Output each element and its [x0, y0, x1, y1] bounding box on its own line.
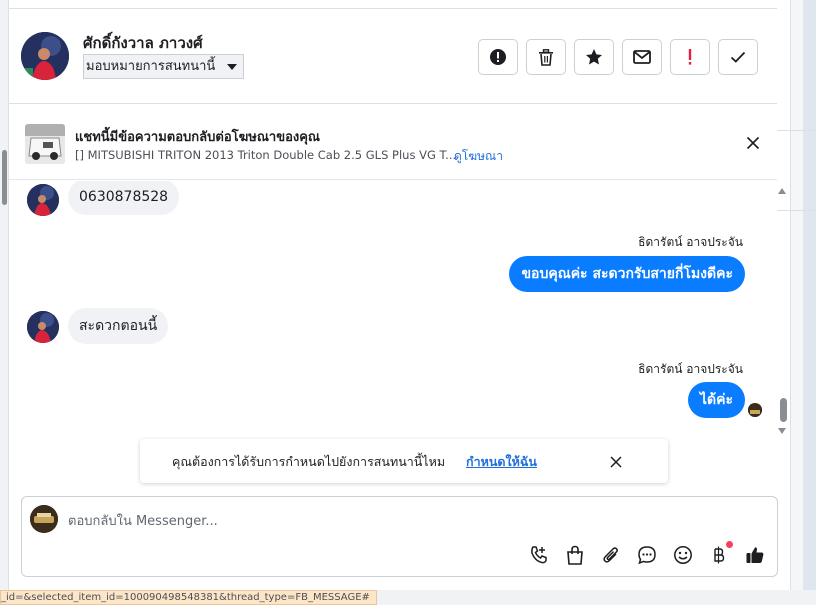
assign-to-me-link[interactable]: กำหนดให้ฉัน	[466, 452, 537, 472]
message-composer	[21, 496, 778, 577]
close-toast-button[interactable]	[609, 454, 623, 468]
check-icon	[730, 51, 746, 63]
inbox-conversation-view: ศักดิ์กังวาล ภาวงศ์ มอบหมายการสนทนานี้ แ…	[0, 0, 816, 605]
outgoing-message[interactable]: ขอบคุณค่ะ สะดวกรับสายกี่โมงดีคะ	[509, 256, 745, 292]
seen-receipt-avatar	[748, 403, 762, 417]
saved-replies-button[interactable]	[636, 544, 658, 566]
close-icon	[746, 136, 760, 150]
shop-button[interactable]	[564, 544, 586, 566]
envelope-icon	[633, 50, 651, 64]
contact-name: ศักดิ์กังวาล ภาวงศ์	[83, 34, 203, 52]
close-ad-banner-button[interactable]	[745, 135, 761, 151]
emoji-button[interactable]	[672, 544, 694, 566]
alert-circle-icon	[490, 49, 506, 65]
view-ad-link[interactable]: ดูโฆษณา	[454, 147, 503, 166]
outgoing-message[interactable]: ได้ค่ะ	[687, 382, 745, 418]
right-panel-edge	[790, 0, 816, 590]
right-panel-divider	[777, 130, 816, 131]
caret-down-icon	[227, 64, 238, 70]
right-panel-scroll-track	[790, 0, 804, 590]
conversation-header: ศักดิ์กังวาล ภาวงศ์ มอบหมายการสนทนานี้	[9, 8, 777, 104]
sender-name: ธิดารัตน์ อาจประจัน	[638, 235, 743, 249]
contact-avatar[interactable]	[27, 311, 59, 343]
assign-conversation-dropdown[interactable]: มอบหมายการสนทนานี้	[83, 54, 245, 79]
assign-prompt-text: คุณต้องการได้รับการกำหนดไปยังการสนทนานี้…	[172, 454, 446, 469]
paperclip-icon	[603, 547, 618, 563]
page-avatar	[30, 505, 58, 533]
delete-button[interactable]	[526, 39, 566, 75]
phone-plus-icon	[531, 546, 547, 564]
close-icon	[610, 456, 622, 468]
ad-banner-title: แชทนี้มีข้อความตอบกลับต่อโฆษณาของคุณ	[75, 130, 320, 145]
assign-conversation-label: มอบหมายการสนทนานี้	[86, 59, 216, 74]
call-button[interactable]	[528, 544, 550, 566]
status-bar-url: _id=&selected_item_id=100090498548381&th…	[0, 590, 377, 605]
notification-dot	[726, 541, 733, 548]
ad-reply-banner: แชทนี้มีข้อความตอบกลับต่อโฆษณาของคุณ [] …	[9, 105, 777, 180]
star-button[interactable]	[574, 39, 614, 75]
sender-name: ธิดารัตน์ อาจประจัน	[638, 362, 743, 376]
scroll-down-arrow[interactable]	[778, 428, 786, 434]
shopping-bag-icon	[567, 545, 583, 565]
thread-scrollbar-thumb[interactable]	[780, 398, 787, 422]
reply-input[interactable]	[68, 511, 758, 531]
mark-done-button[interactable]	[718, 39, 758, 75]
contact-avatar[interactable]	[21, 32, 69, 80]
scroll-up-arrow[interactable]	[778, 188, 786, 194]
exclamation-icon	[688, 49, 692, 65]
ad-thumbnail[interactable]	[25, 124, 65, 164]
emoji-icon	[674, 546, 692, 564]
left-panel-edge	[0, 0, 9, 590]
baht-icon	[714, 546, 725, 564]
incoming-message[interactable]: 0630878528	[68, 181, 180, 215]
trash-icon	[539, 48, 553, 66]
incoming-message[interactable]: สะดวกตอนนี้	[68, 308, 169, 344]
thumbs-up-icon	[746, 547, 764, 563]
contact-avatar[interactable]	[27, 184, 59, 216]
follow-up-button[interactable]	[670, 39, 710, 75]
mark-spam-button[interactable]	[478, 39, 518, 75]
speech-bubble-icon	[638, 546, 656, 565]
like-button[interactable]	[744, 544, 766, 566]
mark-unread-button[interactable]	[622, 39, 662, 75]
ad-banner-subtitle: [] MITSUBISHI TRITON 2013 Triton Double …	[75, 148, 457, 162]
assign-prompt-toast: คุณต้องการได้รับการกำหนดไปยังการสนทนานี้…	[140, 439, 668, 483]
attach-button[interactable]	[600, 544, 622, 566]
message-thread[interactable]: 0630878528 ธิดารัตน์ อาจประจัน ขอบคุณค่ะ…	[9, 181, 777, 439]
star-icon	[586, 49, 602, 65]
left-scrollbar-thumb[interactable]	[2, 150, 7, 205]
right-panel-divider	[777, 210, 816, 211]
